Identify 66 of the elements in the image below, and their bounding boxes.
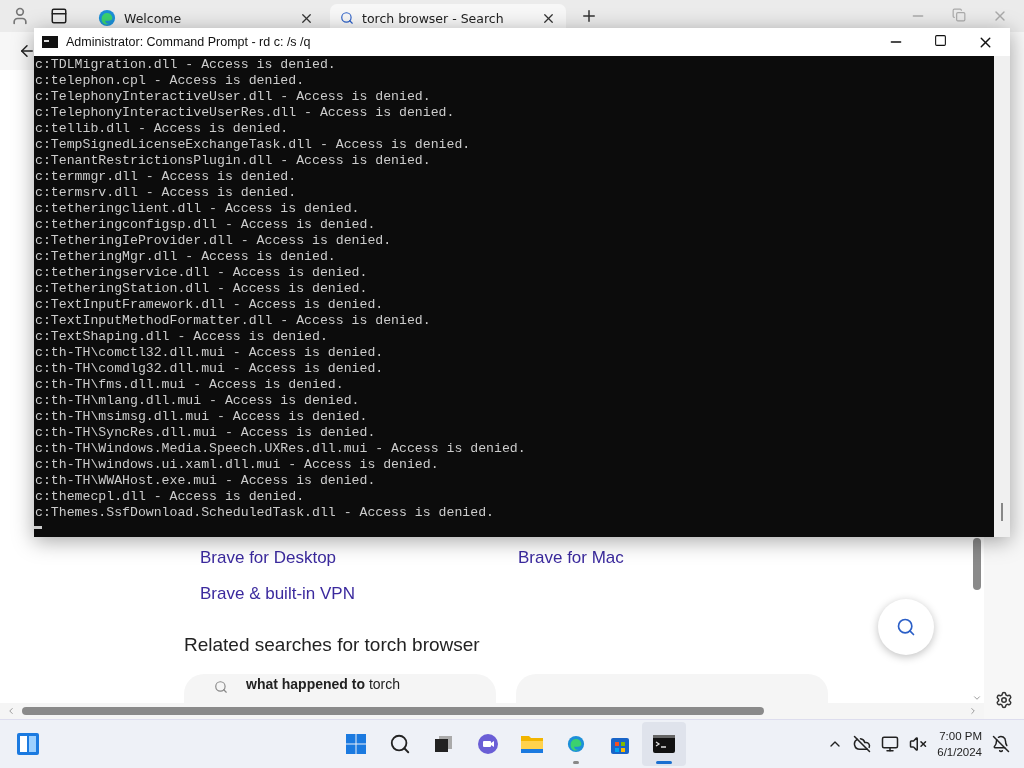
console-line: c:TextShaping.dll - Access is denied.: [34, 329, 329, 345]
console-line: c:TelephonyInteractiveUserRes.dll - Access is denied.: [34, 105, 456, 121]
console-line: c:termmgr.dll - Access is denied.: [34, 169, 298, 185]
text-cursor: [34, 526, 42, 529]
maximize-icon[interactable]: [934, 33, 947, 47]
scrollbar-thumb[interactable]: [973, 538, 981, 590]
back-icon[interactable]: [18, 42, 36, 60]
search-icon: [389, 733, 411, 755]
console-line: c:th-TH\mlang.dll.mui - Access is denied.: [34, 393, 361, 409]
search-icon: [896, 617, 916, 637]
console-line: c:TempSignedLicenseExchangeTask.dll - Access is denied.: [34, 137, 472, 153]
search-icon: [340, 11, 354, 25]
console-icon: [42, 36, 58, 48]
related-searches-heading: Related searches for torch browser: [184, 634, 481, 656]
console-line: c:themecpl.dll - Access is denied.: [34, 489, 306, 505]
search-icon: [214, 680, 228, 694]
console-line: c:th-TH\fms.dll.mui - Access is denied.: [34, 377, 345, 393]
console-line: c:tetheringservice.dll - Access is denied.: [34, 265, 369, 281]
edge-icon: [98, 9, 116, 27]
settings-icon[interactable]: [995, 691, 1013, 709]
console-line: c:th-TH\comctl32.dll.mui - Access is denied.: [34, 345, 385, 361]
volume-muted-icon[interactable]: [909, 735, 928, 753]
notification-icon[interactable]: [992, 735, 1010, 753]
chat-icon: [477, 733, 499, 755]
console-line: c:th-TH\comdlg32.dll.mui - Access is denied.: [34, 361, 385, 377]
console-line: c:tetheringconfigsp.dll - Access is denied.: [34, 217, 377, 233]
profile-icon[interactable]: [10, 6, 30, 26]
result-link[interactable]: Brave for Desktop: [200, 548, 518, 568]
console-line: c:tetheringclient.dll - Access is denied.: [34, 201, 361, 217]
new-tab-icon[interactable]: [580, 7, 598, 25]
task-view-icon: [434, 734, 454, 754]
console-line: c:termsrv.dll - Access is denied.: [34, 185, 298, 201]
taskbar-app[interactable]: [642, 722, 686, 766]
console-line: c:TelephonyInteractiveUser.dll - Access is denied.: [34, 89, 432, 105]
console-line: c:th-TH\SyncRes.dll.mui - Access is denied.: [34, 425, 377, 441]
terminal-icon: [652, 734, 676, 754]
edge-icon: [567, 735, 585, 753]
console-line: c:th-TH\msimsg.dll.mui - Access is denied.: [34, 409, 369, 425]
console-line: c:th-TH\windows.ui.xaml.dll.mui - Access is denied.: [34, 457, 440, 473]
search-button[interactable]: [878, 599, 934, 655]
console-line: c:TetheringMgr.dll - Access is denied.: [34, 249, 337, 265]
clock[interactable]: 7:00 PM 6/1/2024: [937, 728, 982, 760]
result-link[interactable]: Brave for Mac: [518, 548, 778, 568]
result-link[interactable]: Brave & built-in VPN: [200, 584, 518, 604]
folder-icon: [520, 734, 544, 754]
console-line: c:TetheringStation.dll - Access is denied.: [34, 281, 369, 297]
console-line: c:TDLMigration.dll - Access is denied.: [34, 57, 337, 73]
cloud-off-icon[interactable]: [853, 735, 872, 753]
window-title: Administrator: Command Prompt - rd c: /s /q: [66, 35, 311, 49]
related-search-card[interactable]: what happened to torch: [184, 674, 496, 703]
scrollbar-thumb[interactable]: [22, 707, 764, 715]
start-icon: [345, 733, 367, 755]
console-line: c:th-TH\WWAHost.exe.mui - Access is denied.: [34, 473, 377, 489]
console-line: c:telephon.cpl - Access is denied.: [34, 73, 306, 89]
widgets-icon[interactable]: [16, 732, 40, 756]
console-line: c:Themes.SsfDownload.ScheduledTask.dll - Access is denied.: [34, 505, 495, 521]
console-line: c:th-TH\Windows.Media.Speech.UXRes.dll.mui - Access is denied.: [34, 441, 527, 457]
console-line: c:TetheringIeProvider.dll - Access is denied.: [34, 233, 393, 249]
network-icon[interactable]: [881, 735, 900, 753]
tab-actions-icon[interactable]: [50, 7, 68, 25]
console-line: c:TenantRestrictionsPlugin.dll - Access is denied.: [34, 153, 432, 169]
console-line: c:TextInputMethodFormatter.dll - Access is denied.: [34, 313, 432, 329]
console-line: c:TextInputFramework.dll - Access is denied.: [34, 297, 385, 313]
console-line: c:tellib.dll - Access is denied.: [34, 121, 290, 137]
scrollbar-thumb[interactable]: [1001, 503, 1003, 521]
browser-tab[interactable]: Welcome: [88, 4, 324, 32]
